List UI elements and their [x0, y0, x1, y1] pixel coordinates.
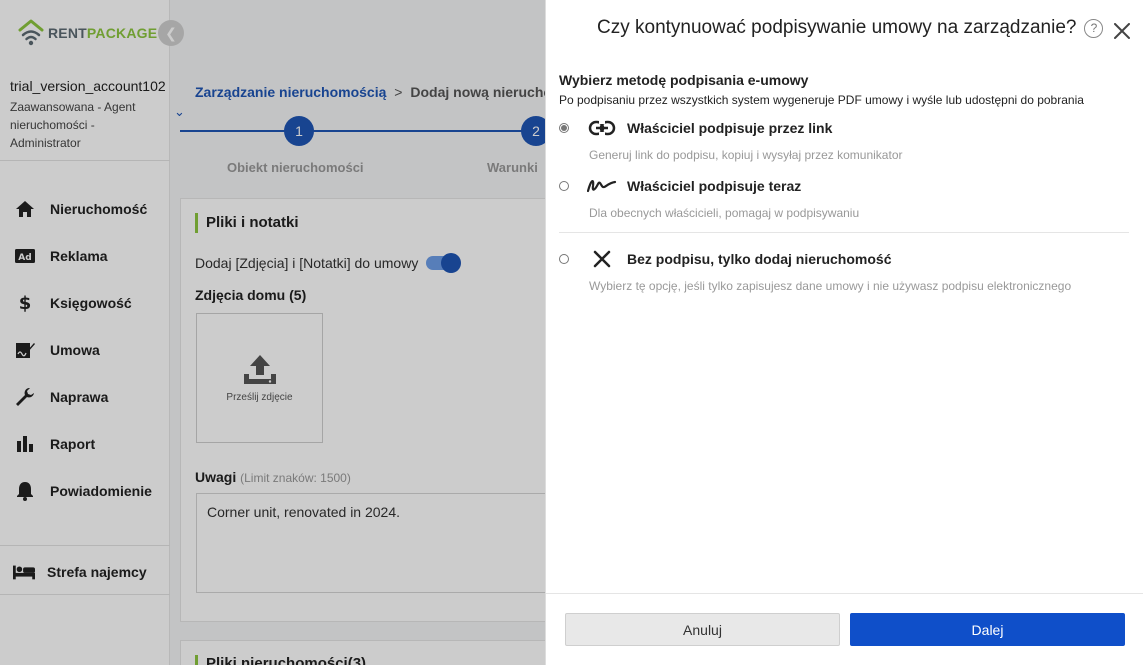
option-label: Bez podpisu, tylko dodaj nieruchomość	[627, 251, 892, 267]
radio-sign-by-link[interactable]	[559, 123, 569, 133]
option-description: Wybierz tę opcję, jeśli tylko zapisujesz…	[589, 279, 1072, 293]
cancel-button[interactable]: Anuluj	[565, 613, 840, 646]
next-button[interactable]: Dalej	[850, 613, 1125, 646]
close-icon	[1114, 23, 1130, 39]
option-sign-now[interactable]: Właściciel podpisuje teraz Dla obecnych …	[559, 174, 1129, 220]
option-no-signature[interactable]: Bez podpisu, tylko dodaj nieruchomość Wy…	[559, 247, 1129, 293]
option-label: Właściciel podpisuje przez link	[627, 120, 833, 136]
method-description: Po podpisaniu przez wszystkich system wy…	[559, 93, 1084, 107]
link-icon	[587, 116, 617, 140]
signature-icon	[587, 174, 617, 198]
method-title: Wybierz metodę podpisania e-umowy	[559, 72, 809, 88]
radio-no-signature[interactable]	[559, 254, 569, 264]
option-sign-by-link[interactable]: Właściciel podpisuje przez link Generuj …	[559, 116, 1129, 162]
radio-dot	[561, 125, 567, 131]
help-icon[interactable]: ?	[1084, 18, 1104, 38]
drawer-footer: Anuluj Dalej	[546, 593, 1143, 665]
option-description: Generuj link do podpisu, kopiuj i wysyła…	[589, 148, 903, 162]
signing-drawer: Czy kontynuować podpisywanie umowy na za…	[545, 0, 1143, 665]
divider	[559, 232, 1129, 233]
option-label: Właściciel podpisuje teraz	[627, 178, 802, 194]
x-icon	[587, 247, 617, 271]
option-description: Dla obecnych właścicieli, pomagaj w podp…	[589, 206, 860, 220]
drawer-title: Czy kontynuować podpisywanie umowy na za…	[597, 17, 1104, 39]
radio-sign-now[interactable]	[559, 181, 569, 191]
close-button[interactable]	[1111, 20, 1133, 42]
